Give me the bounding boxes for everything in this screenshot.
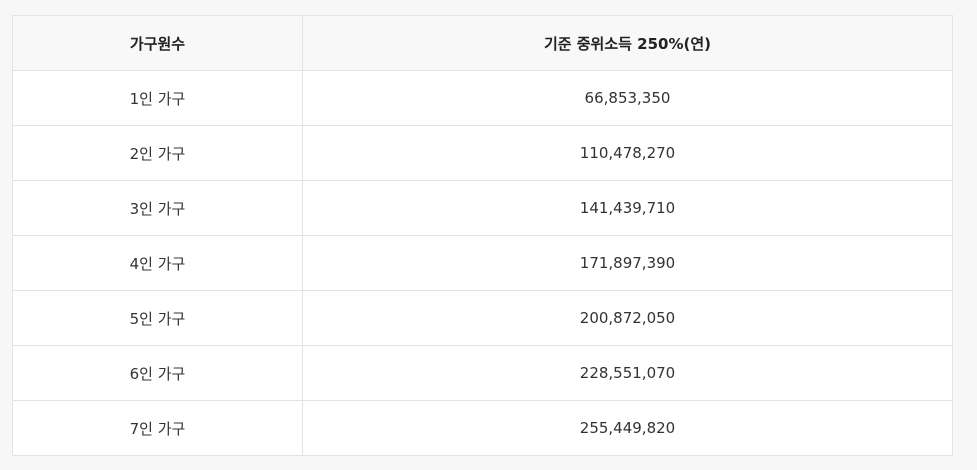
household-size-cell: 4인 가구 xyxy=(12,235,303,291)
table-header-row: 가구원수 기준 중위소득 250%(연) xyxy=(12,15,953,71)
median-income-table: 가구원수 기준 중위소득 250%(연) 1인 가구 66,853,350 2인… xyxy=(12,15,953,456)
income-cell: 228,551,070 xyxy=(302,345,953,401)
table-row: 5인 가구 200,872,050 xyxy=(12,290,953,346)
table-row: 6인 가구 228,551,070 xyxy=(12,345,953,401)
table-row: 4인 가구 171,897,390 xyxy=(12,235,953,291)
household-size-cell: 3인 가구 xyxy=(12,180,303,236)
household-size-cell: 2인 가구 xyxy=(12,125,303,181)
household-size-cell: 7인 가구 xyxy=(12,400,303,456)
table-row: 2인 가구 110,478,270 xyxy=(12,125,953,181)
income-cell: 110,478,270 xyxy=(302,125,953,181)
income-cell: 171,897,390 xyxy=(302,235,953,291)
income-cell: 255,449,820 xyxy=(302,400,953,456)
table-row: 3인 가구 141,439,710 xyxy=(12,180,953,236)
table-row: 7인 가구 255,449,820 xyxy=(12,400,953,456)
income-table-container: 가구원수 기준 중위소득 250%(연) 1인 가구 66,853,350 2인… xyxy=(12,15,953,456)
household-size-cell: 5인 가구 xyxy=(12,290,303,346)
household-size-cell: 1인 가구 xyxy=(12,70,303,126)
income-cell: 200,872,050 xyxy=(302,290,953,346)
income-cell: 66,853,350 xyxy=(302,70,953,126)
header-median-income: 기준 중위소득 250%(연) xyxy=(302,15,953,71)
table-row: 1인 가구 66,853,350 xyxy=(12,70,953,126)
header-household-size: 가구원수 xyxy=(12,15,303,71)
household-size-cell: 6인 가구 xyxy=(12,345,303,401)
income-cell: 141,439,710 xyxy=(302,180,953,236)
